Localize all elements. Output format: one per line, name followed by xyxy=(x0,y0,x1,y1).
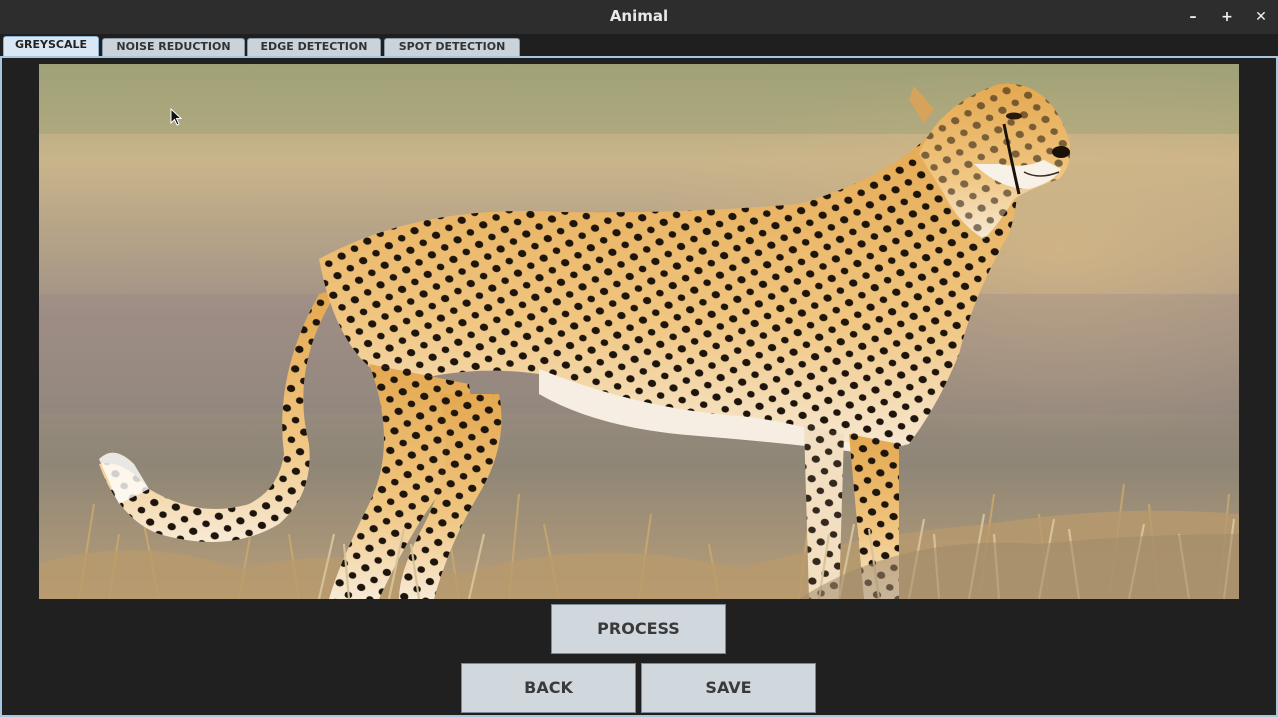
mouse-cursor-icon xyxy=(170,108,182,126)
minimize-icon[interactable]: – xyxy=(1182,6,1204,28)
back-button[interactable]: BACK xyxy=(461,663,636,713)
process-button[interactable]: PROCESS xyxy=(551,604,726,654)
cheetah-photo-icon xyxy=(39,64,1239,599)
tab-spot-detection[interactable]: SPOT DETECTION xyxy=(384,38,520,56)
maximize-icon[interactable]: + xyxy=(1216,6,1238,28)
window-title: Animal xyxy=(609,7,669,25)
tab-greyscale[interactable]: GREYSCALE xyxy=(3,36,99,56)
close-icon[interactable]: ✕ xyxy=(1250,6,1272,28)
title-bar: Animal – + ✕ xyxy=(0,0,1278,34)
tab-edge-detection[interactable]: EDGE DETECTION xyxy=(247,38,381,56)
tab-noise-reduction[interactable]: NOISE REDUCTION xyxy=(102,38,245,56)
save-button[interactable]: SAVE xyxy=(641,663,816,713)
animal-image xyxy=(39,64,1239,599)
tab-bar: GREYSCALE NOISE REDUCTION EDGE DETECTION… xyxy=(0,34,1278,58)
